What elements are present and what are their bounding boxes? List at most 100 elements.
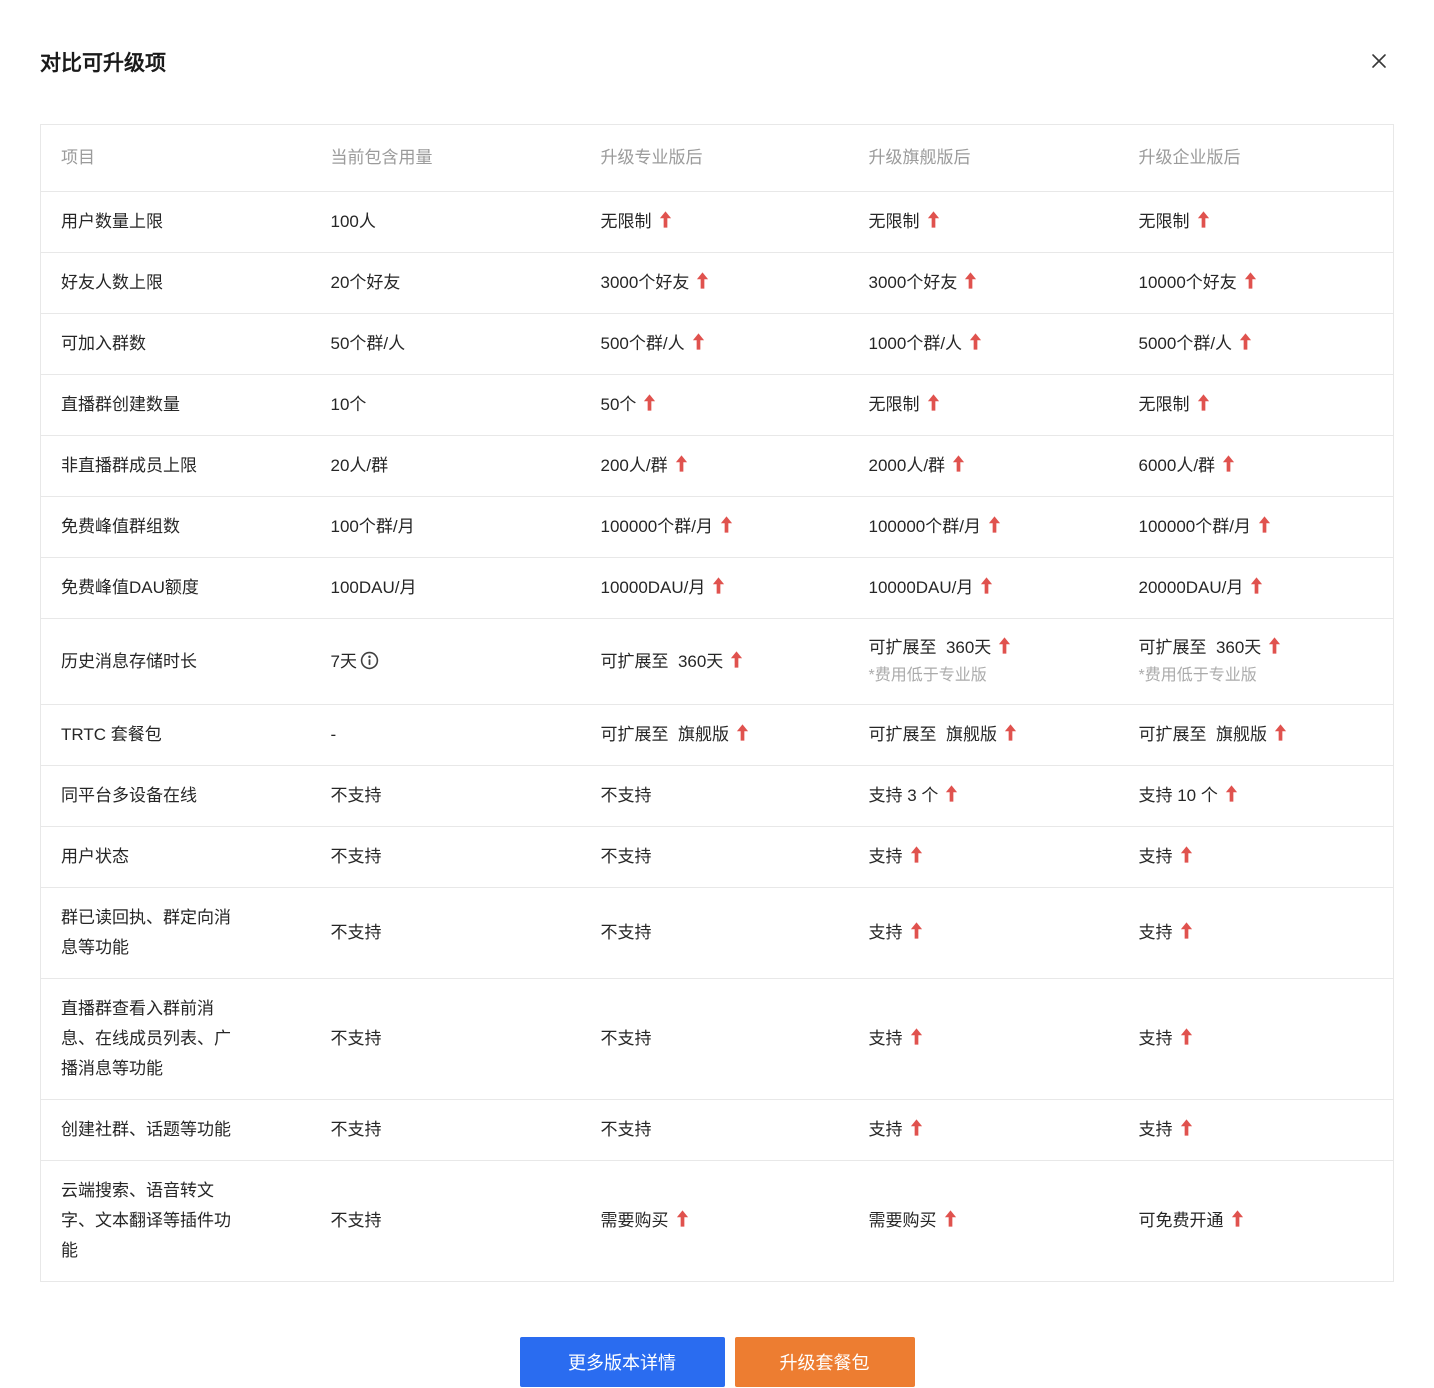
upgrade-up-arrow-icon xyxy=(676,1210,689,1227)
table-row: 免费峰值群组数 100个群/月 100000个群/月 100000个群/月 100000… xyxy=(40,496,1394,558)
cell-note: *费用低于专业版 xyxy=(868,667,987,684)
value-cell: 100人 xyxy=(330,191,601,253)
table-row: 用户状态 不支持 不支持 支持 支持 xyxy=(40,826,1394,888)
cell-value: 10000DAU/月 xyxy=(868,578,974,597)
modal-header: 对比可升级项 xyxy=(0,0,1434,78)
cell-value: 不支持 xyxy=(600,923,652,942)
value-cell: 可扩展至 旗舰版 xyxy=(868,704,1139,766)
table-row: 云端搜索、语音转文 字、文本翻译等插件功 能 不支持 需要购买 需要购买 可免费开通 xyxy=(41,1161,1394,1282)
cell-value: 不支持 xyxy=(600,1120,652,1139)
value-cell: 支持 3 个 xyxy=(868,765,1139,827)
upgrade-package-button[interactable]: 升级套餐包 xyxy=(734,1337,915,1387)
cell-line: 10000个好友 xyxy=(1139,272,1257,292)
upgrade-up-arrow-icon xyxy=(910,1119,923,1136)
upgrade-up-arrow-icon xyxy=(988,516,1001,533)
upgrade-up-arrow-icon xyxy=(1250,577,1263,594)
cell-value: 不支持 xyxy=(330,923,382,942)
cell-value: 不支持 xyxy=(600,847,652,866)
value-cell: 需要购买 xyxy=(869,1161,1139,1282)
value-cell: 无限制 xyxy=(1138,374,1394,436)
row-label: 用户数量上限 xyxy=(61,212,163,231)
table-row: 同平台多设备在线 不支持 不支持 支持 3 个 支持 10 个 xyxy=(40,765,1394,827)
upgrade-up-arrow-icon xyxy=(1180,922,1193,939)
row-label: 创建社群、话题等功能 xyxy=(61,1120,231,1139)
cell-line: 无限制 xyxy=(1139,394,1210,414)
cell-value: 500个群/人 xyxy=(600,334,685,353)
cell-value: 支持 xyxy=(868,847,903,866)
upgrade-up-arrow-icon xyxy=(1225,785,1238,802)
value-cell: 不支持 xyxy=(330,887,601,979)
cell-value: 支持 3 个 xyxy=(868,786,939,805)
row-label-cell: TRTC 套餐包 xyxy=(40,704,331,766)
cell-line: 不支持 xyxy=(331,923,382,942)
cell-line: 支持 xyxy=(1139,846,1193,866)
value-cell: 500个群/人 xyxy=(600,313,869,375)
value-cell: 支持 10 个 xyxy=(1138,765,1394,827)
cell-line: 200人/群 xyxy=(600,455,688,475)
table-row: 直播群创建数量 10个 50个 无限制 无限制 xyxy=(40,374,1394,436)
upgrade-up-arrow-icon xyxy=(1180,846,1193,863)
cell-value: 可扩展至 360天 xyxy=(1138,638,1262,657)
value-cell: 不支持 xyxy=(600,765,869,827)
cell-value: 可免费开通 xyxy=(1138,1211,1224,1230)
cell-value: 50个 xyxy=(600,395,637,414)
cell-value: 5000个群/人 xyxy=(1138,334,1233,353)
value-cell: 无限制 xyxy=(868,191,1139,253)
cell-value: 可扩展至 360天 xyxy=(600,651,724,671)
cell-line: 可扩展至 360天 xyxy=(1138,637,1282,657)
upgrade-up-arrow-icon xyxy=(910,1028,923,1045)
value-cell: 10000DAU/月 xyxy=(600,557,869,619)
row-label-cell: 群已读回执、群定向消 息等功能 xyxy=(40,887,331,979)
cell-value: 10000DAU/月 xyxy=(600,578,706,597)
table-row: 创建社群、话题等功能 不支持 不支持 支持 支持 xyxy=(40,1099,1394,1161)
cell-value: 无限制 xyxy=(868,212,920,231)
cell-value: 无限制 xyxy=(600,212,652,231)
row-label-cell: 历史消息存储时长 xyxy=(40,618,331,705)
cell-line: 可扩展至 360天 xyxy=(600,650,744,671)
value-cell: 100DAU/月 xyxy=(330,557,601,619)
cell-line: 7天 xyxy=(330,651,379,671)
value-cell: 支持 xyxy=(1138,826,1394,888)
cell-line: 50个群/人 xyxy=(331,334,406,353)
value-cell: 不支持 xyxy=(600,1099,869,1161)
cell-value: 200人/群 xyxy=(600,456,668,475)
row-label-cell: 同平台多设备在线 xyxy=(40,765,331,827)
cell-line: 需要购买 xyxy=(601,1210,689,1230)
cell-line: 2000人/群 xyxy=(869,455,966,475)
value-cell: 50个群/人 xyxy=(330,313,601,375)
value-cell: 20个好友 xyxy=(330,252,601,314)
cell-line: 支持 xyxy=(1139,1028,1193,1048)
upgrade-up-arrow-icon xyxy=(712,577,725,594)
cell-line: 支持 3 个 xyxy=(868,785,959,805)
row-label-cell: 非直播群成员上限 xyxy=(40,435,331,497)
info-icon[interactable] xyxy=(360,651,379,670)
cell-line: 100000个群/月 xyxy=(1139,516,1271,536)
upgrade-up-arrow-icon xyxy=(1180,1028,1193,1045)
more-versions-button[interactable]: 更多版本详情 xyxy=(519,1337,725,1387)
cell-line: 支持 xyxy=(868,846,923,866)
upgrade-up-arrow-icon xyxy=(696,272,709,289)
close-button[interactable] xyxy=(1368,50,1390,72)
cell-line: 无限制 xyxy=(600,211,672,231)
value-cell: 支持 xyxy=(1138,887,1394,979)
cell-line: 不支持 xyxy=(601,923,652,942)
cell-value: 不支持 xyxy=(330,786,382,805)
value-cell: 无限制 xyxy=(868,374,1139,436)
value-cell: 10个 xyxy=(330,374,601,436)
table-header-row: 项目 当前包含用量 升级专业版后 升级旗舰版后 升级企业版后 xyxy=(40,124,1394,192)
upgrade-up-arrow-icon xyxy=(1004,724,1017,741)
value-cell: 可扩展至 360天 xyxy=(600,618,869,705)
table-row: 用户数量上限 100人 无限制 无限制 无限制 xyxy=(40,191,1394,253)
table-row: 群已读回执、群定向消 息等功能 不支持 不支持 支持 支持 xyxy=(40,887,1394,979)
cell-value: 7天 xyxy=(330,651,357,671)
cell-value: 1000个群/人 xyxy=(868,334,963,353)
cell-value: 支持 xyxy=(1138,1120,1173,1139)
cell-line: 100000个群/月 xyxy=(869,516,1001,536)
value-cell: 20000DAU/月 xyxy=(1138,557,1394,619)
cell-line: 不支持 xyxy=(601,1029,652,1048)
value-cell: 可免费开通 xyxy=(1139,1161,1394,1282)
cell-line: 3000个好友 xyxy=(869,272,978,292)
table-row: 历史消息存储时长 7天 可扩展至 360天 可扩展至 360天 *费用低于专业版 可扩展至… xyxy=(40,618,1394,705)
row-label: 免费峰值DAU额度 xyxy=(61,578,199,597)
cell-value: 支持 xyxy=(868,1029,903,1048)
